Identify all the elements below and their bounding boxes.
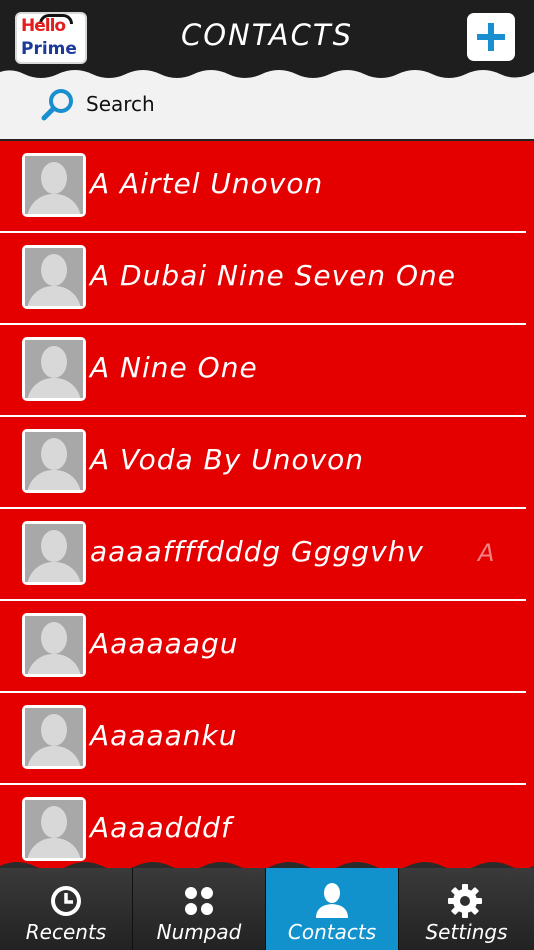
contact-row[interactable]: aaaaffffdddg Ggggvhv A [0, 509, 534, 601]
top-bar: Hello Prime CONTACTS [0, 0, 534, 74]
tab-label: Numpad [156, 920, 242, 944]
contact-row[interactable]: A Nine One [0, 325, 534, 417]
avatar [22, 705, 86, 769]
gear-icon [448, 884, 482, 918]
contact-name: Aaaaaagu [90, 627, 239, 660]
avatar [22, 521, 86, 585]
contact-name: Aaaaanku [90, 719, 238, 752]
contact-row[interactable]: Aaaaanku [0, 693, 534, 785]
tab-label: Contacts [287, 920, 377, 944]
header-wave-edge [0, 66, 534, 78]
tab-recents[interactable]: Recents [0, 868, 133, 950]
clock-icon [51, 886, 81, 916]
avatar [22, 797, 86, 861]
contact-name: A Voda By Unovon [90, 443, 365, 476]
contact-row[interactable]: A Airtel Unovon [0, 141, 534, 233]
add-contact-button[interactable] [467, 13, 515, 61]
contact-row[interactable]: Aaaaaagu [0, 601, 534, 693]
avatar [22, 245, 86, 309]
tab-contacts[interactable]: Contacts [266, 868, 399, 950]
contact-name: A Dubai Nine Seven One [90, 259, 457, 292]
index-letter: A [478, 539, 495, 567]
avatar [22, 429, 86, 493]
search-input[interactable] [86, 89, 506, 119]
tab-settings[interactable]: Settings [399, 868, 534, 950]
contact-name: aaaaffffdddg Ggggvhv [90, 535, 424, 568]
avatar [22, 613, 86, 677]
contact-row[interactable]: A Voda By Unovon [0, 417, 534, 509]
tab-bar: Recents Numpad Contacts Settings [0, 868, 534, 950]
contact-list: A Airtel Unovon A Dubai Nine Seven One A… [0, 141, 534, 871]
avatar [22, 337, 86, 401]
contact-name: A Nine One [90, 351, 258, 384]
tab-label: Settings [425, 920, 508, 944]
contact-name: Aaaadddf [90, 811, 232, 844]
page-title: CONTACTS [180, 18, 354, 52]
tab-label: Recents [25, 920, 107, 944]
contact-row[interactable]: A Dubai Nine Seven One [0, 233, 534, 325]
dots-icon [185, 887, 213, 915]
contact-name: A Airtel Unovon [90, 167, 324, 200]
search-icon [41, 89, 73, 121]
tab-numpad[interactable]: Numpad [133, 868, 266, 950]
person-icon [316, 883, 348, 918]
avatar [22, 153, 86, 217]
